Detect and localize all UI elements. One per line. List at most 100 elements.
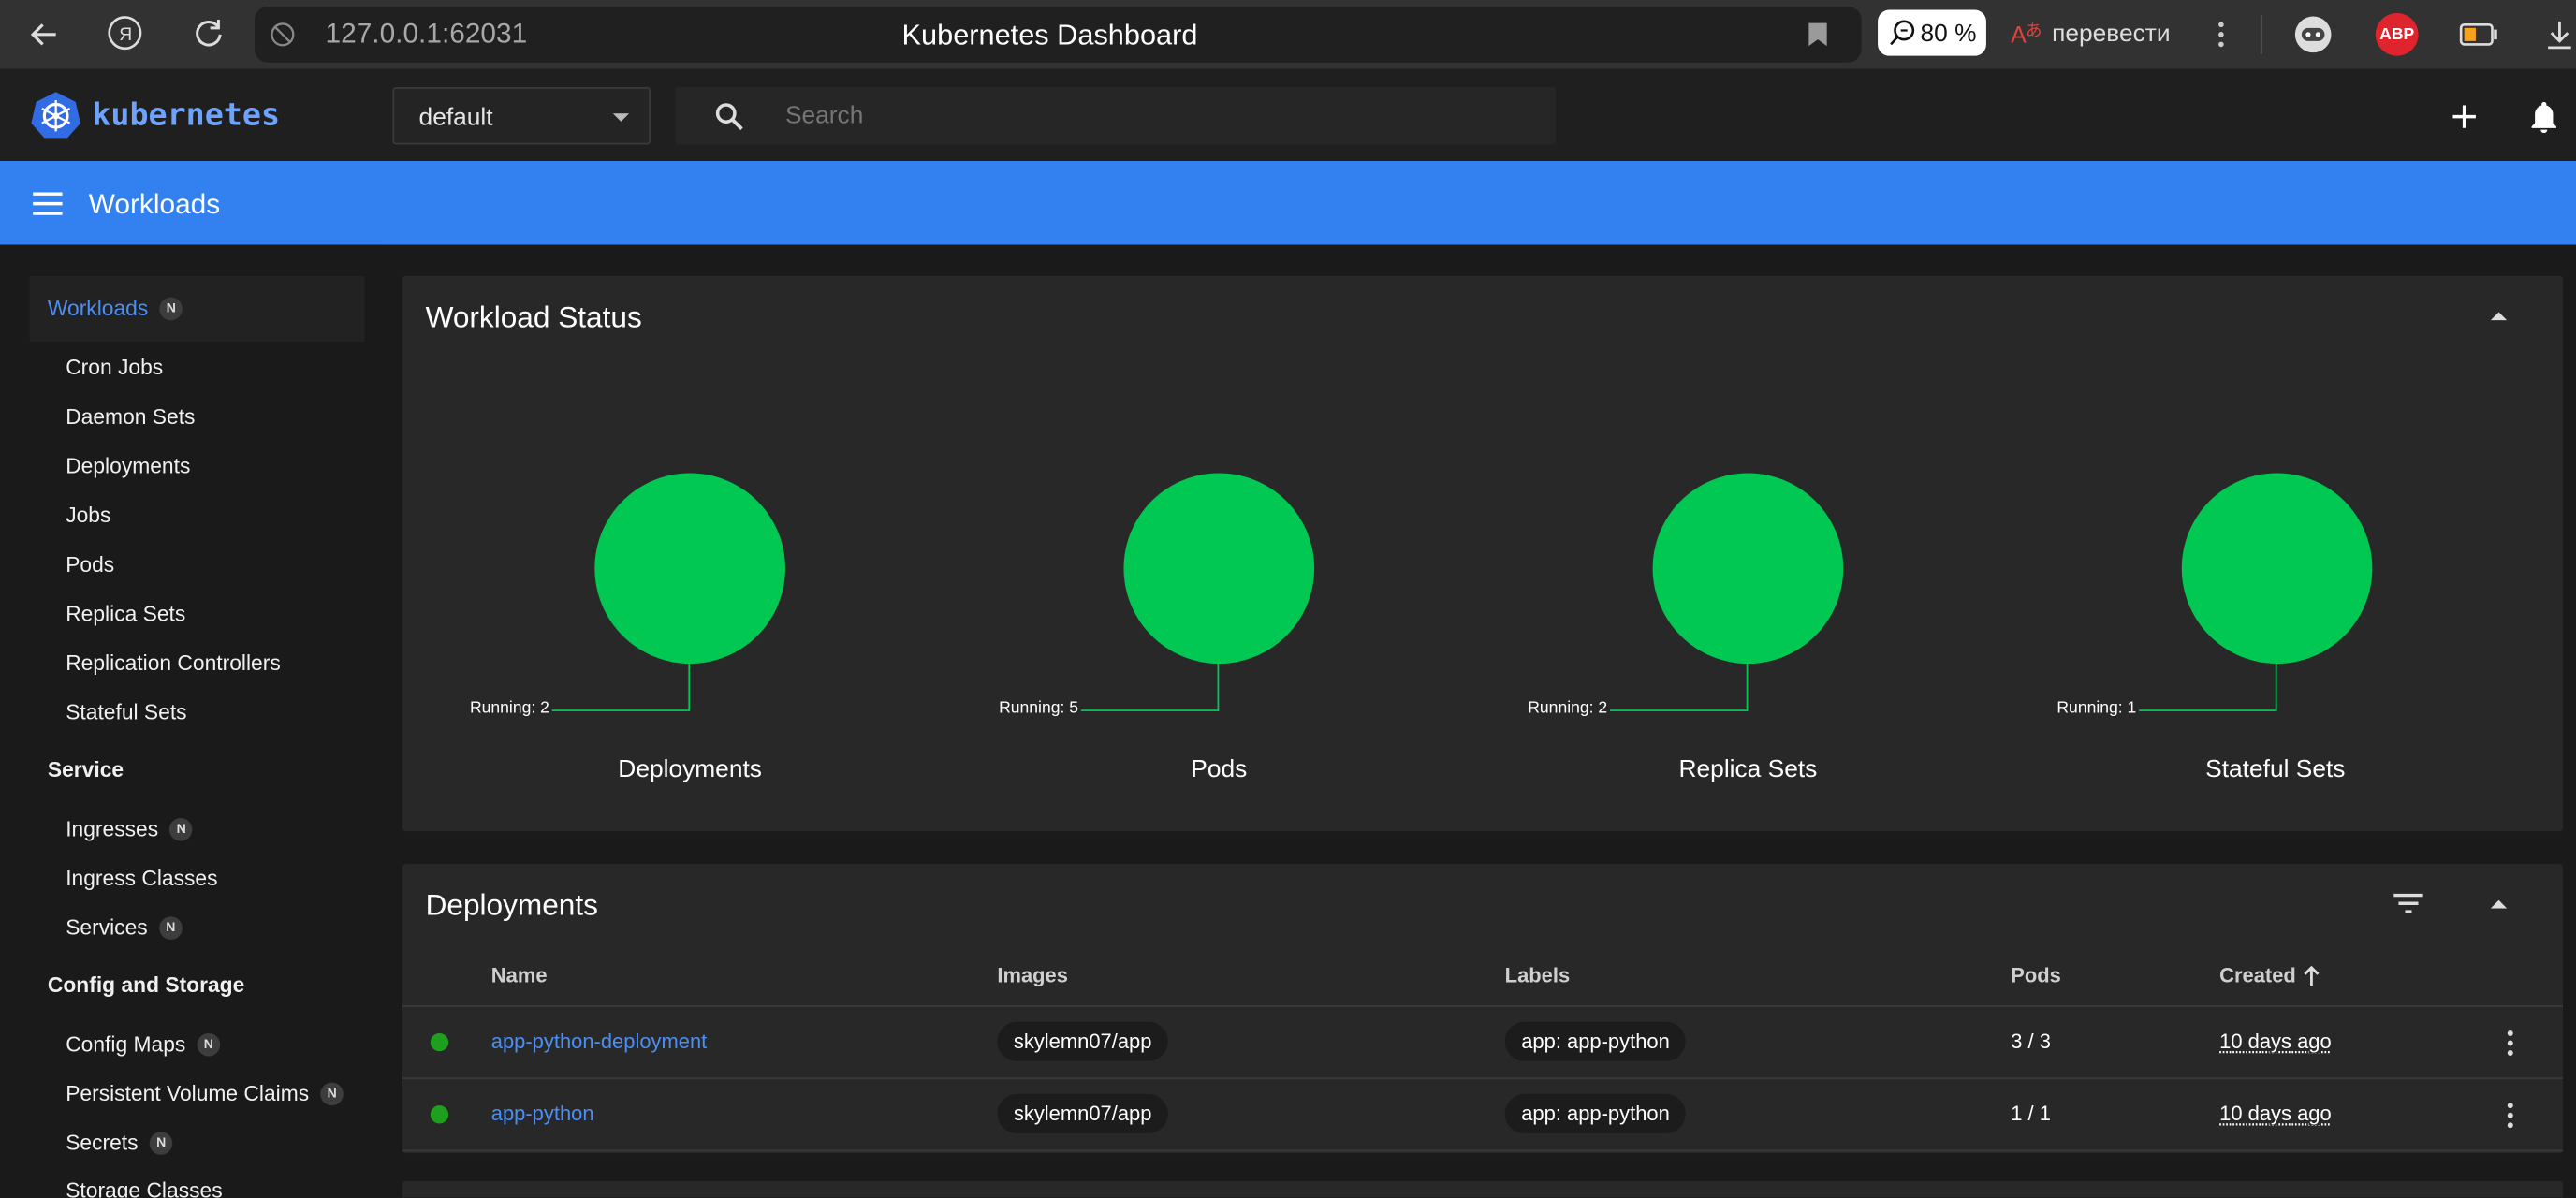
row-actions-more-icon[interactable] [2494,1097,2526,1133]
kubernetes-logo[interactable]: kubernetes [31,91,280,140]
sidebar-item-pods[interactable]: Pods [66,552,114,577]
title-bar [0,160,2576,245]
sidebar-item-secrets[interactable]: Secrets N [66,1130,173,1155]
pods-leader-line-h [1080,709,1220,711]
sidebar-item-label: Daemon Sets [66,403,196,430]
new-badge: N [169,817,194,840]
column-header-labels[interactable]: Labels [1505,964,1571,987]
search-icon [715,103,743,131]
pods-running-pie [1123,473,1315,665]
more-vert-icon[interactable] [2208,17,2234,53]
label-chip: app: app-python [1504,1093,1687,1134]
next-card [402,1180,2563,1198]
sidebar-section-label: Config and Storage [47,972,245,998]
adblock-icon[interactable]: ABP [2375,13,2419,56]
svg-text:A: A [2011,23,2027,48]
address-bar[interactable]: 127.0.0.1:62031 Kubernetes Dashboard [255,7,1862,63]
sidebar-item-services[interactable]: Services N [66,914,183,940]
sidebar-item-ingress-classes[interactable]: Ingress Classes [66,866,217,890]
yandex-icon[interactable]: Я [105,13,144,52]
notifications-bell-icon[interactable] [2525,98,2562,135]
collapse-up-icon[interactable] [2481,299,2517,331]
deployments-leader-line-h [551,709,691,711]
new-badge: N [197,1032,221,1056]
deployments-running-label: Running: 2 [469,699,549,718]
svg-text:Я: Я [119,25,132,45]
sidebar-item-replica-sets[interactable]: Replica Sets [66,601,185,625]
column-header-created[interactable]: Created [2219,964,2319,987]
toolbar-divider [2261,14,2262,54]
column-header-images[interactable]: Images [997,964,1068,987]
replica-sets-running-pie [1652,473,1844,665]
sidebar-item-config-maps[interactable]: Config Maps N [66,1031,221,1057]
status-ok-dot [430,1105,449,1124]
zoom-indicator[interactable]: 80 % [1878,9,1986,56]
column-header-pods[interactable]: Pods [2011,964,2061,987]
sidebar-item-label: Deployments [66,453,191,478]
sidebar-item-ingresses[interactable]: Ingresses N [66,816,194,841]
stateful-sets-running-pie [2181,473,2373,665]
table-divider [402,1149,2563,1152]
download-icon[interactable] [2543,15,2576,54]
sidebar-item-jobs[interactable]: Jobs [66,503,110,527]
column-header-created-label: Created [2219,964,2296,987]
pods-running-label: Running: 5 [999,699,1079,718]
sidebar-item-daemon-sets[interactable]: Daemon Sets [66,404,195,429]
sidebar-item-storage-classes[interactable]: Storage Classes [66,1177,222,1197]
sidebar-item-label: Replication Controllers [66,650,281,676]
sidebar-item-stateful-sets[interactable]: Stateful Sets [66,700,186,724]
search-input[interactable] [784,95,1525,135]
svg-text:あ: あ [2026,22,2042,40]
deployments-title: Deployments [425,888,598,922]
sidebar-item-label: Jobs [66,503,111,528]
sidebar-item-replication-controllers[interactable]: Replication Controllers [66,650,281,675]
replica-sets-running-label: Running: 2 [1528,699,1608,718]
sidebar-item-label: Workloads [47,295,149,321]
kubernetes-helm-icon [31,92,80,139]
new-badge: N [149,1131,173,1154]
workload-status-title: Workload Status [425,300,642,334]
filter-icon[interactable] [2391,887,2427,920]
sidebar-item-label: Stateful Sets [66,699,187,724]
column-header-name[interactable]: Name [491,964,548,987]
back-arrow-icon[interactable] [24,15,64,54]
sidebar-section-service[interactable]: Service [48,757,124,782]
pods-count: 1 / 1 [2011,1102,2051,1126]
stateful-sets-leader-line [2275,664,2277,711]
table-divider [402,1005,2563,1007]
menu-hamburger-icon[interactable] [30,187,66,220]
deployments-chart-label: Deployments [618,755,762,784]
translate-button[interactable]: Aあ перевести [2011,10,2170,56]
sidebar-item-label: Config Maps [66,1031,186,1057]
search-box[interactable] [675,87,1557,145]
reload-icon[interactable] [189,13,228,52]
battery-icon[interactable] [2458,18,2501,51]
deployment-name-link[interactable]: app-python-deployment [491,1030,708,1053]
collapse-up-icon[interactable] [2481,887,2517,920]
deployment-name-link[interactable]: app-python [491,1103,594,1126]
row-actions-more-icon[interactable] [2494,1025,2526,1061]
sort-arrow-up-icon [2303,965,2319,986]
sidebar-item-label: Cron Jobs [66,355,164,380]
sidebar-item-persistent-volume-claims[interactable]: Persistent Volume Claims N [66,1081,344,1105]
bookmark-icon[interactable] [1804,20,1830,50]
stateful-sets-leader-line-h [2139,709,2277,711]
sidebar-section-label: Service [47,757,124,782]
replica-sets-leader-line [1746,664,1749,711]
browser-toolbar: Я 127.0.0.1:62031 Kubernetes Dashboard 8… [0,0,2576,69]
add-resource-icon[interactable] [2446,98,2482,135]
zoom-value: 80 % [1920,19,1977,48]
sidebar-section-config-and-storage[interactable]: Config and Storage [48,972,244,997]
sidebar-item-label: Secrets [66,1130,139,1155]
replica-sets-chart-label: Replica Sets [1678,755,1818,784]
translate-label: перевести [2052,19,2171,48]
namespace-select[interactable]: default [392,87,651,145]
sidebar-item-deployments[interactable]: Deployments [66,453,190,477]
sidebar-item-workloads[interactable]: Workloads N [48,296,183,320]
sidebar-item-cron-jobs[interactable]: Cron Jobs [66,355,163,379]
label-chip: app: app-python [1504,1021,1687,1061]
sidebar-item-label: Services [66,914,148,940]
sidebar-item-label: Replica Sets [66,601,186,626]
stateful-sets-chart-label: Stateful Sets [2205,755,2346,784]
robot-extension-icon[interactable] [2293,15,2333,54]
